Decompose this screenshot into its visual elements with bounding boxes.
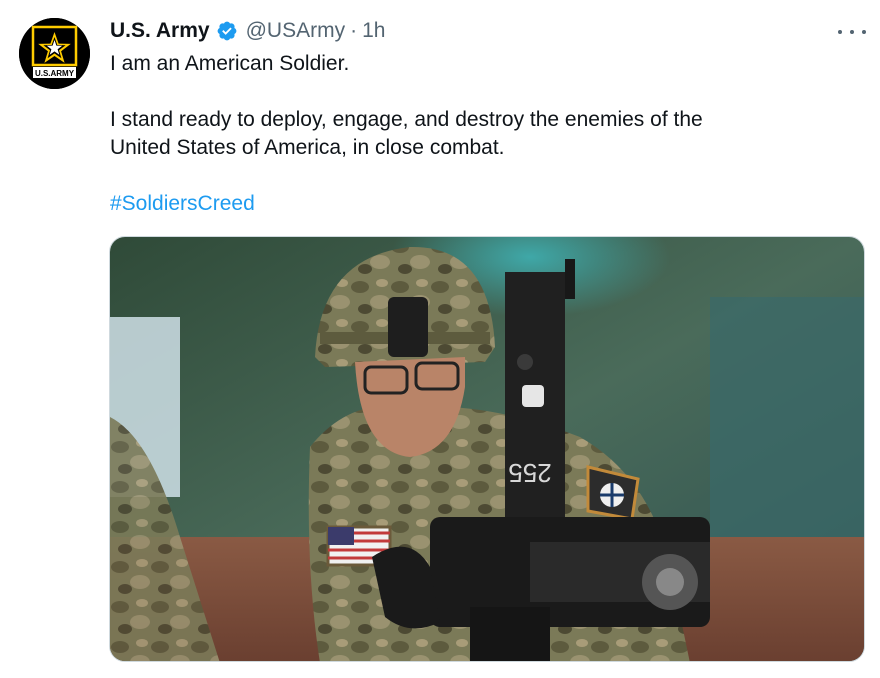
tweet-text-line: United States of America, in close comba… bbox=[110, 136, 505, 159]
author-avatar[interactable]: U.S.ARMY bbox=[19, 18, 90, 89]
tweet-text-line: I am an American Soldier. bbox=[110, 52, 350, 75]
separator-dot: · bbox=[350, 19, 358, 42]
more-options-icon[interactable] bbox=[838, 22, 866, 42]
hashtag-link[interactable]: #SoldiersCreed bbox=[110, 189, 255, 218]
army-star-logo-icon: U.S.ARMY bbox=[19, 18, 90, 89]
tweet-header: U.S. Army @USArmy · 1h bbox=[110, 17, 385, 45]
verified-badge-icon bbox=[216, 20, 238, 42]
author-handle[interactable]: @USArmy bbox=[246, 19, 345, 43]
tweet-timestamp[interactable]: 1h bbox=[362, 19, 385, 43]
author-display-name[interactable]: U.S. Army bbox=[110, 19, 210, 43]
gun-number: 255 bbox=[508, 458, 551, 488]
tweet-media-image[interactable]: 255 bbox=[109, 236, 865, 662]
soldier-with-machine-gun-photo-icon: 255 bbox=[110, 237, 864, 661]
tweet[interactable]: U.S.ARMY U.S. Army @USArmy · 1h I am an … bbox=[0, 0, 880, 678]
avatar-text: U.S.ARMY bbox=[35, 69, 75, 78]
tweet-text-line: I stand ready to deploy, engage, and des… bbox=[110, 108, 703, 131]
